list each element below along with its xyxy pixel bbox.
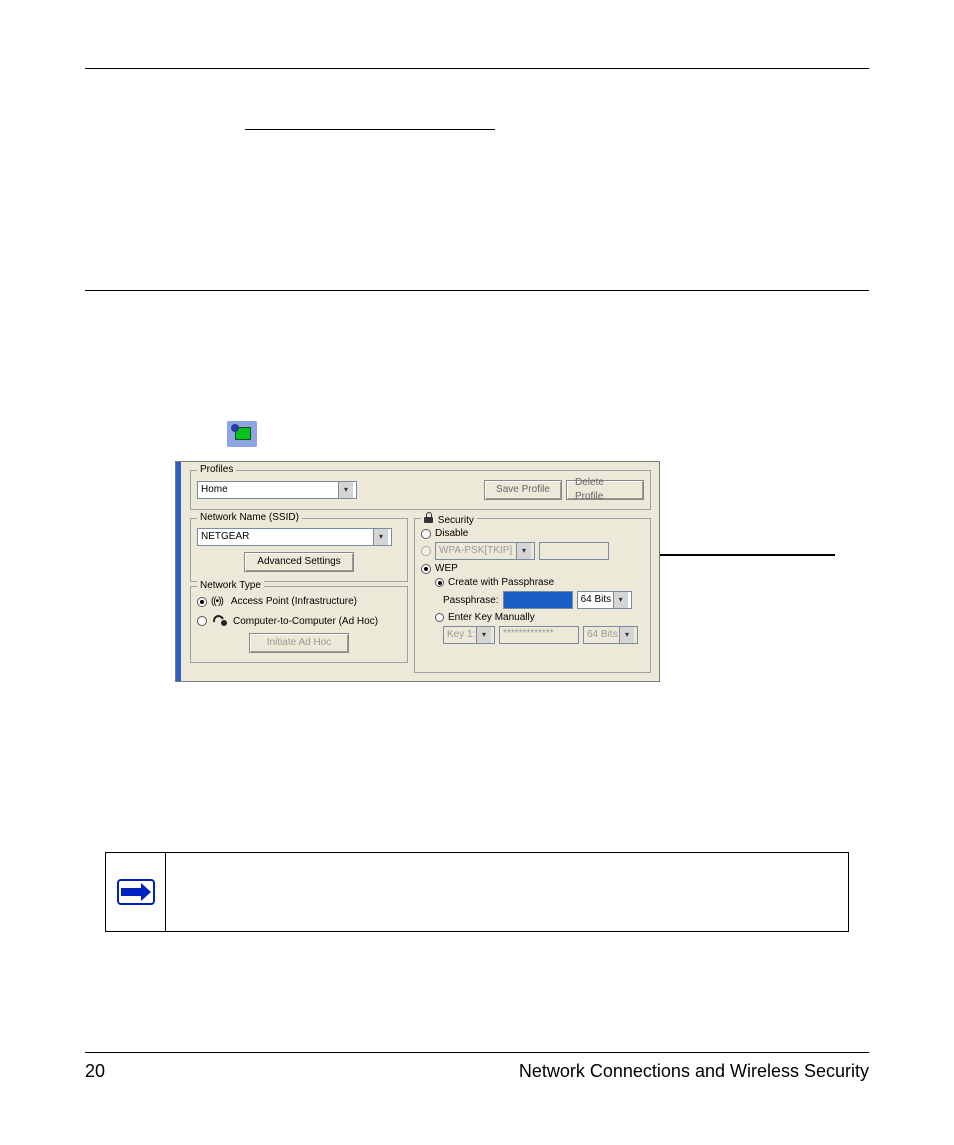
passphrase-value: ****** xyxy=(507,593,530,604)
passphrase-label: Passphrase: xyxy=(443,595,499,606)
initiate-adhoc-button[interactable]: Initiate Ad Hoc xyxy=(249,633,349,653)
network-type-title: Network Type xyxy=(197,580,264,591)
passphrase-bits-value: 64 Bits xyxy=(581,593,612,607)
access-point-icon: ((•)) xyxy=(211,596,223,607)
wpa-value-disabled xyxy=(539,542,609,560)
radio-wep[interactable] xyxy=(421,564,431,574)
radio-disable[interactable] xyxy=(421,529,431,539)
advanced-settings-label: Advanced Settings xyxy=(257,555,340,569)
profiles-group-title: Profiles xyxy=(197,464,236,475)
key-select-label: Key 1: xyxy=(447,628,475,642)
initiate-adhoc-label: Initiate Ad Hoc xyxy=(267,636,331,650)
page-number: 20 xyxy=(85,1061,105,1082)
radio-adhoc[interactable] xyxy=(197,616,207,626)
profiles-select-value: Home xyxy=(201,483,228,497)
passphrase-field[interactable]: ****** xyxy=(503,591,573,609)
chevron-down-icon: ▾ xyxy=(373,529,388,545)
security-group-title: Security xyxy=(421,512,477,526)
page-footer: 20 Network Connections and Wireless Secu… xyxy=(85,1052,869,1082)
adhoc-label: Computer-to-Computer (Ad Hoc) xyxy=(233,616,378,627)
network-type-group: Network Type ((•)) Access Point (Infrast… xyxy=(190,586,408,663)
lock-icon xyxy=(424,512,433,523)
profiles-group: Profiles Home ▾ Save Profile Delete Prof… xyxy=(190,470,651,510)
ssid-value: NETGEAR xyxy=(201,530,249,544)
security-group: Security Disable WPA-PSK[TKIP] ▾ xyxy=(414,518,651,673)
disable-label: Disable xyxy=(435,528,468,539)
access-point-label: Access Point (Infrastructure) xyxy=(231,596,357,607)
underline-segment xyxy=(245,109,495,130)
chevron-down-icon: ▾ xyxy=(338,482,353,498)
key-select[interactable]: Key 1: ▾ xyxy=(443,626,495,644)
dialog-accent-band xyxy=(176,462,181,681)
save-profile-button[interactable]: Save Profile xyxy=(484,480,562,500)
create-passphrase-label: Create with Passphrase xyxy=(448,577,554,588)
footer-title: Network Connections and Wireless Securit… xyxy=(519,1061,869,1082)
tray-adapter-icon xyxy=(227,421,257,447)
chevron-down-icon: ▾ xyxy=(476,627,491,643)
radio-enter-key[interactable] xyxy=(435,613,444,622)
note-box xyxy=(105,852,849,932)
enter-key-label: Enter Key Manually xyxy=(448,612,535,623)
settings-dialog: Profiles Home ▾ Save Profile Delete Prof… xyxy=(175,461,660,682)
radio-wpa[interactable] xyxy=(421,546,431,556)
chevron-down-icon: ▾ xyxy=(619,627,634,643)
wpa-label: WPA-PSK[TKIP] xyxy=(439,544,512,558)
passphrase-bits-select[interactable]: 64 Bits ▾ xyxy=(577,591,632,609)
key-value: ************* xyxy=(503,628,554,639)
wep-label: WEP xyxy=(435,563,458,574)
radio-create-passphrase[interactable] xyxy=(435,578,444,587)
key-bits-select: 64 Bits ▾ xyxy=(583,626,638,644)
wpa-select-disabled: WPA-PSK[TKIP] ▾ xyxy=(435,542,535,560)
advanced-settings-button[interactable]: Advanced Settings xyxy=(244,552,354,572)
security-title-text: Security xyxy=(438,515,474,526)
ssid-group: Network Name (SSID) NETGEAR ▾ Advanced S… xyxy=(190,518,408,582)
note-arrow-icon xyxy=(117,879,155,905)
top-rule xyxy=(85,68,869,69)
ssid-select[interactable]: NETGEAR ▾ xyxy=(197,528,392,546)
key-bits-value: 64 Bits xyxy=(587,628,618,642)
save-profile-label: Save Profile xyxy=(496,483,550,497)
delete-profile-label: Delete Profile xyxy=(575,476,635,504)
profiles-select[interactable]: Home ▾ xyxy=(197,481,357,499)
key-field: ************* xyxy=(499,626,579,644)
chevron-down-icon: ▾ xyxy=(613,592,628,608)
delete-profile-button[interactable]: Delete Profile xyxy=(566,480,644,500)
adhoc-icon xyxy=(211,613,229,629)
chevron-down-icon: ▾ xyxy=(516,543,531,559)
radio-access-point[interactable] xyxy=(197,597,207,607)
ssid-group-title: Network Name (SSID) xyxy=(197,512,302,523)
